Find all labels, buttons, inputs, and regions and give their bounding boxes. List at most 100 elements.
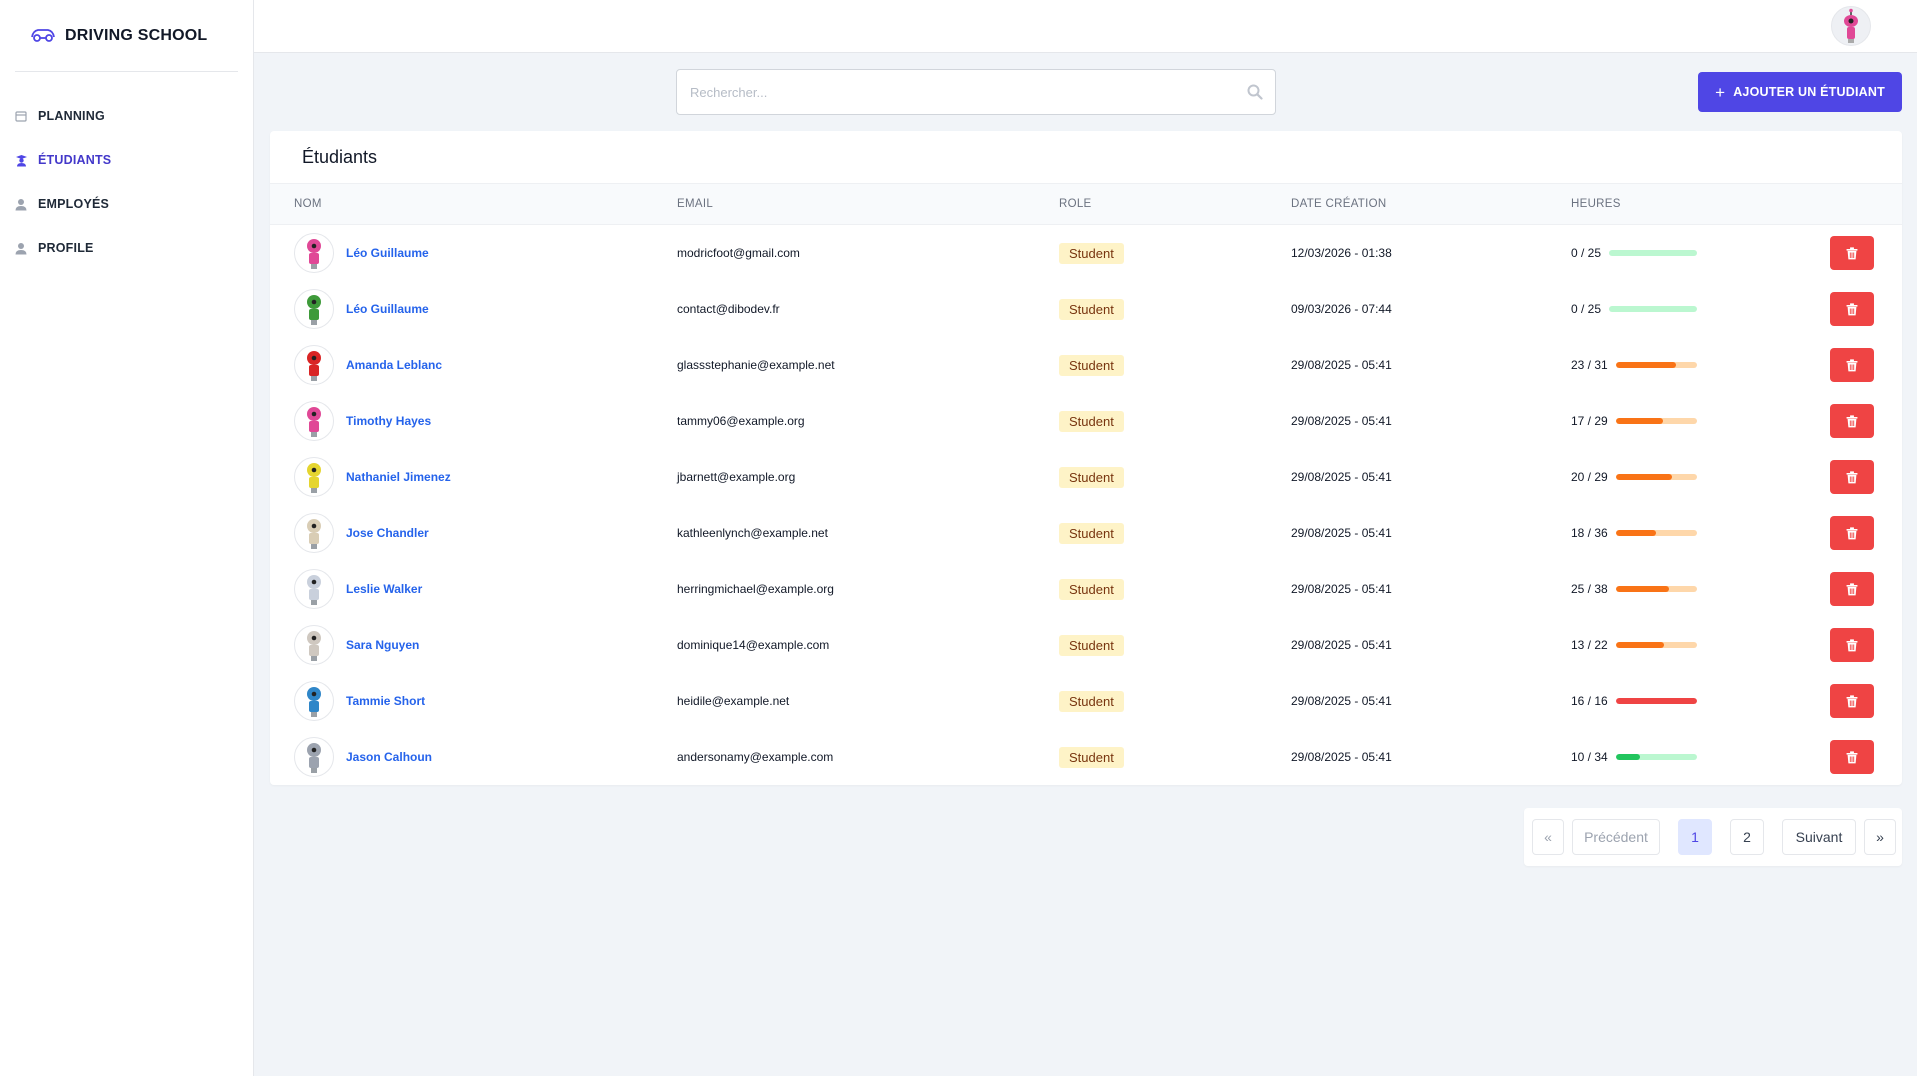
student-name-link[interactable]: Jose Chandler — [346, 526, 429, 540]
delete-button[interactable] — [1830, 404, 1874, 438]
role-badge: Student — [1059, 690, 1124, 712]
name-cell: Nathaniel Jimenez — [294, 449, 451, 505]
user-avatar[interactable] — [1831, 6, 1871, 46]
delete-button[interactable] — [1830, 684, 1874, 718]
table-row: Tammie Short heidile@example.net Student 29… — [270, 673, 1902, 729]
car-logo-icon — [31, 28, 55, 42]
page-button-1[interactable]: 1 — [1678, 819, 1712, 855]
actions-cell — [1830, 729, 1874, 785]
role-cell: Student — [1059, 729, 1124, 785]
avatar[interactable] — [294, 457, 334, 497]
actions-cell — [1830, 617, 1874, 673]
hours-progress-bar — [1615, 530, 1697, 536]
search-input[interactable] — [677, 70, 1275, 114]
robot-avatar-icon — [307, 575, 321, 605]
delete-button[interactable] — [1830, 348, 1874, 382]
hours-progress-bar — [1609, 250, 1698, 256]
name-cell: Tammie Short — [294, 673, 425, 729]
avatar[interactable] — [294, 513, 334, 553]
sidebar-item-employes[interactable]: EMPLOYÉS — [0, 182, 253, 226]
hours-progress-bar — [1615, 698, 1697, 704]
date-cell: 29/08/2025 - 05:41 — [1291, 638, 1392, 652]
delete-button[interactable] — [1830, 292, 1874, 326]
sidebar-item-planning[interactable]: PLANNING — [0, 94, 253, 138]
plus-icon: + — [1715, 82, 1726, 102]
avatar[interactable] — [294, 681, 334, 721]
role-badge: Student — [1059, 634, 1124, 656]
robot-avatar-icon — [307, 463, 321, 493]
delete-button[interactable] — [1830, 628, 1874, 662]
delete-button[interactable] — [1830, 572, 1874, 606]
delete-button[interactable] — [1830, 236, 1874, 270]
avatar[interactable] — [294, 625, 334, 665]
actions-cell — [1830, 337, 1874, 393]
role-cell: Student — [1059, 561, 1124, 617]
date-cell: 29/08/2025 - 05:41 — [1291, 694, 1392, 708]
name-cell: Amanda Leblanc — [294, 337, 442, 393]
delete-button[interactable] — [1830, 516, 1874, 550]
first-page-button[interactable]: « — [1532, 819, 1564, 855]
avatar[interactable] — [294, 233, 334, 273]
hours-progress-fill — [1615, 418, 1664, 424]
date-cell: 29/08/2025 - 05:41 — [1291, 750, 1392, 764]
trash-icon — [1846, 414, 1858, 427]
hours-text: 17 / 29 — [1571, 414, 1608, 428]
avatar[interactable] — [294, 289, 334, 329]
robot-avatar-icon — [307, 351, 321, 381]
email-cell: glassstephanie@example.net — [677, 358, 835, 372]
date-cell: 12/03/2026 - 01:38 — [1291, 246, 1392, 260]
hours-progress-bar — [1615, 642, 1697, 648]
sidebar-item-etudiants[interactable]: ÉTUDIANTS — [0, 138, 253, 182]
hours-progress-fill — [1615, 474, 1672, 480]
name-cell: Jason Calhoun — [294, 729, 432, 785]
student-name-link[interactable]: Amanda Leblanc — [346, 358, 442, 372]
table-body: Léo Guillaume modricfoot@gmail.com Student… — [270, 225, 1902, 785]
hours-text: 20 / 29 — [1571, 470, 1608, 484]
trash-icon — [1846, 638, 1858, 651]
page-button-2[interactable]: 2 — [1730, 819, 1764, 855]
role-badge: Student — [1059, 298, 1124, 320]
role-cell: Student — [1059, 281, 1124, 337]
student-name-link[interactable]: Léo Guillaume — [346, 246, 429, 260]
hours-cell: 13 / 22 — [1571, 617, 1697, 673]
next-page-button[interactable]: Suivant — [1782, 819, 1856, 855]
avatar[interactable] — [294, 345, 334, 385]
email-cell: jbarnett@example.org — [677, 470, 796, 484]
student-name-link[interactable]: Tammie Short — [346, 694, 425, 708]
sidebar-item-profile[interactable]: PROFILE — [0, 226, 253, 270]
email-cell: contact@dibodev.fr — [677, 302, 780, 316]
search-icon[interactable] — [1247, 84, 1263, 105]
role-cell: Student — [1059, 393, 1124, 449]
table-row: Timothy Hayes tammy06@example.org Student 2… — [270, 393, 1902, 449]
hours-progress-fill — [1615, 754, 1640, 760]
hours-cell: 10 / 34 — [1571, 729, 1697, 785]
date-cell: 29/08/2025 - 05:41 — [1291, 582, 1392, 596]
brand[interactable]: DRIVING SCHOOL — [15, 0, 238, 72]
name-cell: Jose Chandler — [294, 505, 429, 561]
last-page-button[interactable]: » — [1864, 819, 1896, 855]
add-student-button[interactable]: + AJOUTER UN ÉTUDIANT — [1698, 72, 1902, 112]
table-row: Léo Guillaume modricfoot@gmail.com Student… — [270, 225, 1902, 281]
student-name-link[interactable]: Sara Nguyen — [346, 638, 419, 652]
column-header-role: ROLE — [1059, 198, 1092, 210]
search-box[interactable] — [676, 69, 1276, 115]
delete-button[interactable] — [1830, 460, 1874, 494]
delete-button[interactable] — [1830, 740, 1874, 774]
student-name-link[interactable]: Nathaniel Jimenez — [346, 470, 451, 484]
avatar[interactable] — [294, 569, 334, 609]
student-name-link[interactable]: Léo Guillaume — [346, 302, 429, 316]
role-badge: Student — [1059, 354, 1124, 376]
date-cell: 29/08/2025 - 05:41 — [1291, 414, 1392, 428]
student-name-link[interactable]: Timothy Hayes — [346, 414, 431, 428]
table-row: Leslie Walker herringmichael@example.org S… — [270, 561, 1902, 617]
prev-page-button[interactable]: Précédent — [1572, 819, 1660, 855]
avatar[interactable] — [294, 737, 334, 777]
hours-cell: 18 / 36 — [1571, 505, 1697, 561]
student-name-link[interactable]: Leslie Walker — [346, 582, 422, 596]
robot-avatar-icon — [307, 239, 321, 269]
hours-text: 10 / 34 — [1571, 750, 1608, 764]
student-name-link[interactable]: Jason Calhoun — [346, 750, 432, 764]
avatar[interactable] — [294, 401, 334, 441]
sidebar: DRIVING SCHOOL PLANNING ÉTUDIANTS EMPLOY… — [0, 0, 254, 1076]
actions-cell — [1830, 449, 1874, 505]
